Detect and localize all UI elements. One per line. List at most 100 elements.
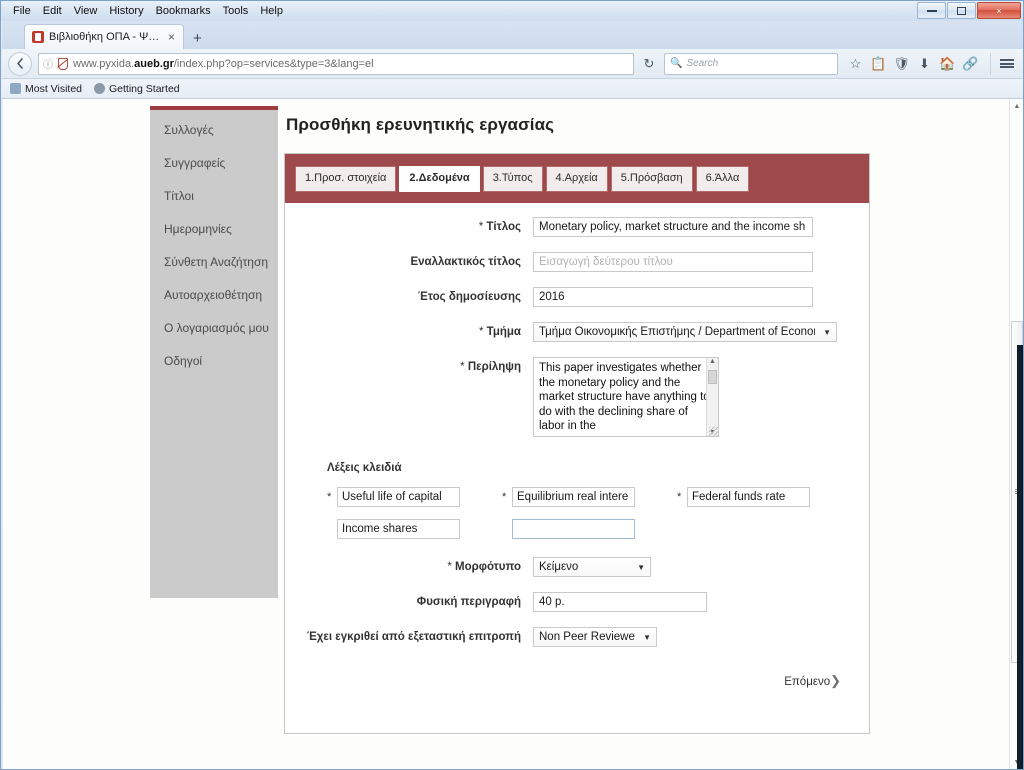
- required-marker-format: *: [447, 561, 452, 573]
- control-format: Κείμενο ▼: [533, 557, 869, 577]
- field-row-format: * Μορφότυπο Κείμενο ▼: [285, 557, 869, 577]
- sidebar-item-self-archiving[interactable]: Αυτοαρχειοθέτηση: [150, 289, 278, 301]
- format-select[interactable]: Κείμενο ▼: [533, 557, 651, 577]
- keyword-input-3[interactable]: [687, 487, 810, 507]
- home-icon[interactable]: 🏠: [936, 53, 959, 75]
- tab-other[interactable]: 6.Άλλα: [695, 166, 750, 192]
- tab-type[interactable]: 3.Τύπος: [482, 166, 543, 192]
- reading-list-icon[interactable]: 📋: [867, 53, 890, 75]
- label-department: * Τμήμα: [285, 322, 533, 340]
- control-physical-description: [533, 592, 869, 612]
- department-select[interactable]: Τμήμα Οικονομικής Επιστήμης / Department…: [533, 322, 837, 342]
- tab-close-icon[interactable]: ×: [166, 30, 177, 44]
- label-year: Έτος δημοσίευσης: [285, 287, 533, 305]
- physical-description-input[interactable]: [533, 592, 707, 612]
- page-info-icon[interactable]: ⓘ: [43, 56, 53, 71]
- page-title: Προσθήκη ερευνητικής εργασίας: [286, 115, 555, 134]
- next-button-label: Επόμενο: [784, 676, 831, 688]
- browser-tab[interactable]: Βιβλιοθήκη ΟΠΑ - Ψηφιακ... ×: [24, 24, 184, 49]
- keywords-title: Λέξεις κλειδιά: [327, 462, 402, 474]
- bookmarks-toolbar: Most Visited Getting Started: [2, 79, 1023, 99]
- minimize-button[interactable]: [917, 2, 946, 19]
- keyword-input-2[interactable]: [512, 487, 635, 507]
- menu-edit-label: Edit: [42, 5, 62, 17]
- close-button[interactable]: ×: [977, 2, 1021, 19]
- back-arrow-icon: [16, 58, 23, 69]
- label-year-text: Έτος δημοσίευσης: [418, 291, 521, 303]
- back-button[interactable]: [8, 51, 32, 76]
- sidebar-item-my-account[interactable]: Ο λογαριασμός μου: [150, 322, 278, 334]
- search-placeholder: Search: [686, 58, 719, 69]
- window-controls: ×: [916, 2, 1021, 19]
- url-text: www.pyxida.aueb.gr/index.php?op=services…: [73, 58, 374, 70]
- menu-tools[interactable]: Tools: [217, 4, 255, 18]
- tab-access[interactable]: 5.Πρόσβαση: [610, 166, 693, 192]
- tab-files[interactable]: 4.Αρχεία: [545, 166, 608, 192]
- field-row-title: * Τίτλος: [285, 217, 869, 237]
- menu-help[interactable]: Help: [254, 4, 289, 18]
- maximize-button[interactable]: [947, 2, 976, 19]
- toolbar-icons: ☆ 📋 🛡 ⬇ 🏠 🔗: [844, 52, 1014, 75]
- bookmark-star-icon[interactable]: ☆: [844, 53, 867, 75]
- label-format: * Μορφότυπο: [285, 557, 533, 575]
- next-button[interactable]: Επόμενο❯: [285, 673, 869, 689]
- abstract-scroll-thumb[interactable]: [708, 370, 717, 384]
- keyword-input-1[interactable]: [337, 487, 460, 507]
- abstract-textarea[interactable]: This paper investigates whether the mone…: [533, 357, 719, 437]
- keyword-cell-4: [327, 519, 502, 539]
- sidebar-item-titles[interactable]: Τίτλοι: [150, 190, 278, 202]
- resize-grip-icon[interactable]: [709, 427, 718, 436]
- sidebar-list: Συλλογές Συγγραφείς Τίτλοι Ημερομηνίες Σ…: [150, 110, 278, 367]
- url-bar[interactable]: ⓘ www.pyxida.aueb.gr/index.php?op=servic…: [38, 52, 634, 75]
- chevron-down-icon: ▼: [823, 327, 831, 337]
- menu-history[interactable]: History: [103, 4, 149, 18]
- year-input[interactable]: [533, 287, 813, 307]
- bookmark-getting-started[interactable]: Getting Started: [94, 83, 180, 95]
- minimize-icon: [926, 9, 937, 12]
- menu-bar: File Edit View History Bookmarks Tools H…: [1, 2, 289, 20]
- required-marker-keyword-2: *: [502, 491, 507, 503]
- label-format-text: Μορφότυπο: [455, 561, 521, 573]
- label-department-text: Τμήμα: [486, 326, 521, 338]
- tab-data[interactable]: 2.Δεδομένα: [399, 166, 480, 192]
- peer-reviewed-select[interactable]: Non Peer Reviewed ▼: [533, 627, 657, 647]
- scroll-up-icon[interactable]: ▲: [709, 358, 716, 365]
- menu-file[interactable]: File: [7, 4, 37, 18]
- tab-personal-details[interactable]: 1.Προσ. στοιχεία: [295, 166, 397, 192]
- label-physical-description: Φυσική περιγραφή: [285, 592, 533, 610]
- menu-view[interactable]: View: [68, 4, 104, 18]
- keyword-input-4[interactable]: [337, 519, 460, 539]
- menu-history-label: History: [109, 5, 144, 17]
- control-alt-title: [533, 252, 869, 272]
- abstract-scrollbar[interactable]: ▲ ▼: [706, 358, 718, 436]
- keyword-input-5[interactable]: [512, 519, 635, 539]
- sidebar-item-authors[interactable]: Συγγραφείς: [150, 157, 278, 169]
- sidebar-item-dates[interactable]: Ημερομηνίες: [150, 223, 278, 235]
- menu-edit[interactable]: Edit: [37, 4, 68, 18]
- sidebar-item-guides[interactable]: Οδηγοί: [150, 355, 278, 367]
- menu-bookmarks[interactable]: Bookmarks: [150, 4, 217, 18]
- new-tab-button[interactable]: +: [184, 31, 211, 49]
- label-physical-description-text: Φυσική περιγραφή: [416, 596, 521, 608]
- title-input[interactable]: [533, 217, 813, 237]
- bookmark-most-visited[interactable]: Most Visited: [10, 83, 82, 95]
- alt-title-input[interactable]: [533, 252, 813, 272]
- sidebar-item-advanced-search[interactable]: Σύνθετη Αναζήτηση: [150, 256, 278, 268]
- reload-button[interactable]: ↻: [638, 53, 660, 75]
- sync-icon[interactable]: 🔗: [959, 53, 982, 75]
- scroll-up-icon[interactable]: ▲: [1010, 99, 1023, 113]
- label-title-text: Τίτλος: [486, 221, 521, 233]
- chevron-down-icon: ▼: [637, 562, 645, 572]
- pocket-shield-icon[interactable]: 🛡: [890, 53, 913, 75]
- field-row-peer-reviewed: Έχει εγκριθεί από εξεταστική επιτροπή No…: [285, 627, 869, 647]
- sidebar-item-collections[interactable]: Συλλογές: [150, 124, 278, 136]
- menu-hamburger-icon[interactable]: [990, 52, 1014, 75]
- label-abstract: * Περίληψη: [285, 357, 533, 375]
- maximize-icon: [957, 6, 966, 15]
- department-select-value: Τμήμα Οικονομικής Επιστήμης / Department…: [539, 326, 816, 338]
- search-bar[interactable]: 🔍 Search: [664, 52, 838, 75]
- url-prefix: www.pyxida.: [73, 57, 135, 70]
- tracking-protection-icon[interactable]: [56, 57, 68, 70]
- getting-started-icon: [94, 83, 105, 94]
- downloads-icon[interactable]: ⬇: [913, 53, 936, 75]
